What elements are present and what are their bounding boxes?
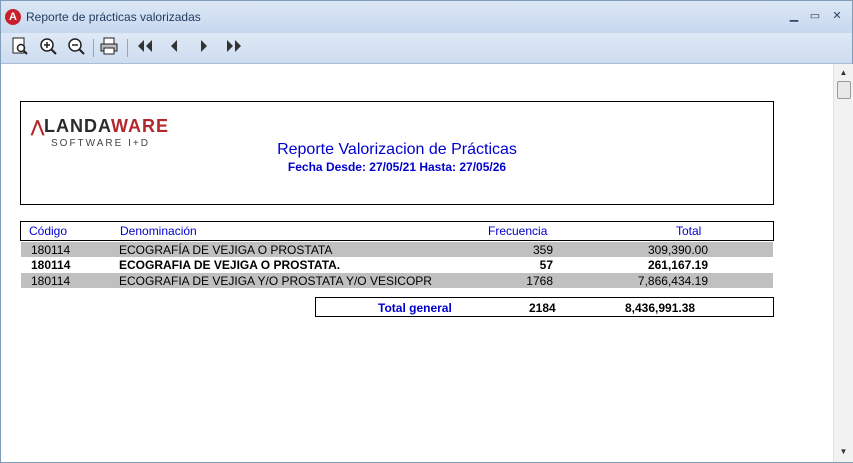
row-total: 309,390.00 (647, 243, 708, 257)
row-code: 180114 (31, 243, 71, 257)
row-name: ECOGRAFÍA DE VEJIGA O PROSTATA (119, 243, 333, 257)
previous-page-icon[interactable] (163, 37, 185, 59)
row-code: 180114 (31, 274, 71, 288)
logo-ware-text: WARE (111, 116, 169, 136)
close-icon[interactable]: ✕ (829, 9, 845, 23)
toolbar (1, 33, 852, 64)
row-frequency: 1768 (526, 274, 553, 288)
first-page-icon[interactable] (134, 37, 156, 59)
table-row: 180114 ECOGRAFIA DE VEJIGA O PROSTATA. 5… (21, 257, 773, 272)
zoom-in-icon[interactable] (37, 37, 59, 59)
row-code: 180114 (31, 258, 71, 272)
row-frequency: 57 (539, 258, 553, 272)
column-total: Total (676, 224, 702, 238)
report-header: ⋀ LANDAWARE SOFTWARE I+D Reporte Valoriz… (20, 101, 774, 205)
zoom-out-icon[interactable] (65, 37, 87, 59)
row-name: ECOGRAFIA DE VEJIGA Y/O PROSTATA Y/O VES… (119, 274, 432, 288)
restore-icon[interactable]: ▭ (807, 9, 823, 23)
print-icon[interactable] (98, 37, 120, 59)
total-general-frequency: 2184 (529, 301, 556, 315)
total-general-row: Total general 2184 8,436,991.38 (315, 297, 774, 317)
minimize-icon[interactable]: ▁ (786, 9, 802, 23)
scroll-up-icon[interactable]: ▲ (834, 65, 853, 81)
toolbar-separator (127, 39, 128, 57)
row-total: 261,167.19 (647, 258, 708, 272)
next-page-icon[interactable] (193, 37, 215, 59)
preview-icon[interactable] (9, 37, 31, 59)
toolbar-separator (93, 39, 94, 57)
scroll-down-icon[interactable]: ▼ (834, 444, 853, 460)
window-title: Reporte de prácticas valorizadas (26, 10, 201, 24)
row-total: 7,866,434.19 (637, 274, 708, 288)
report-date-range: Fecha Desde: 27/05/21 Hasta: 27/05/26 (287, 160, 507, 174)
report-preview: ⋀ LANDAWARE SOFTWARE I+D Reporte Valoriz… (1, 64, 833, 462)
row-frequency: 359 (532, 243, 553, 257)
table-header: Código Denominación Frecuencia Total (20, 221, 774, 241)
report-title: Reporte Valorizacion de Prácticas (277, 141, 517, 158)
report-window: A Reporte de prácticas valorizadas ▁ ▭ ✕ (0, 0, 853, 463)
scroll-thumb[interactable] (837, 81, 851, 99)
total-general-amount: 8,436,991.38 (625, 301, 696, 315)
app-icon: A (5, 9, 21, 25)
column-frequency: Frecuencia (488, 224, 548, 238)
table-row: 180114 ECOGRAFIA DE VEJIGA Y/O PROSTATA … (21, 273, 773, 288)
table-row: 180114 ECOGRAFÍA DE VEJIGA O PROSTATA 35… (21, 242, 773, 257)
title-bar[interactable]: A Reporte de prácticas valorizadas ▁ ▭ ✕ (1, 1, 852, 33)
logo-land-text: LANDA (44, 116, 111, 136)
last-page-icon[interactable] (223, 37, 245, 59)
logo-mark: ⋀ (31, 119, 45, 136)
column-name: Denominación (120, 224, 197, 238)
column-code: Código (29, 224, 68, 238)
vertical-scrollbar[interactable]: ▲ ▼ (833, 64, 853, 462)
total-general-label: Total general (378, 301, 452, 315)
row-name: ECOGRAFIA DE VEJIGA O PROSTATA. (119, 258, 341, 272)
